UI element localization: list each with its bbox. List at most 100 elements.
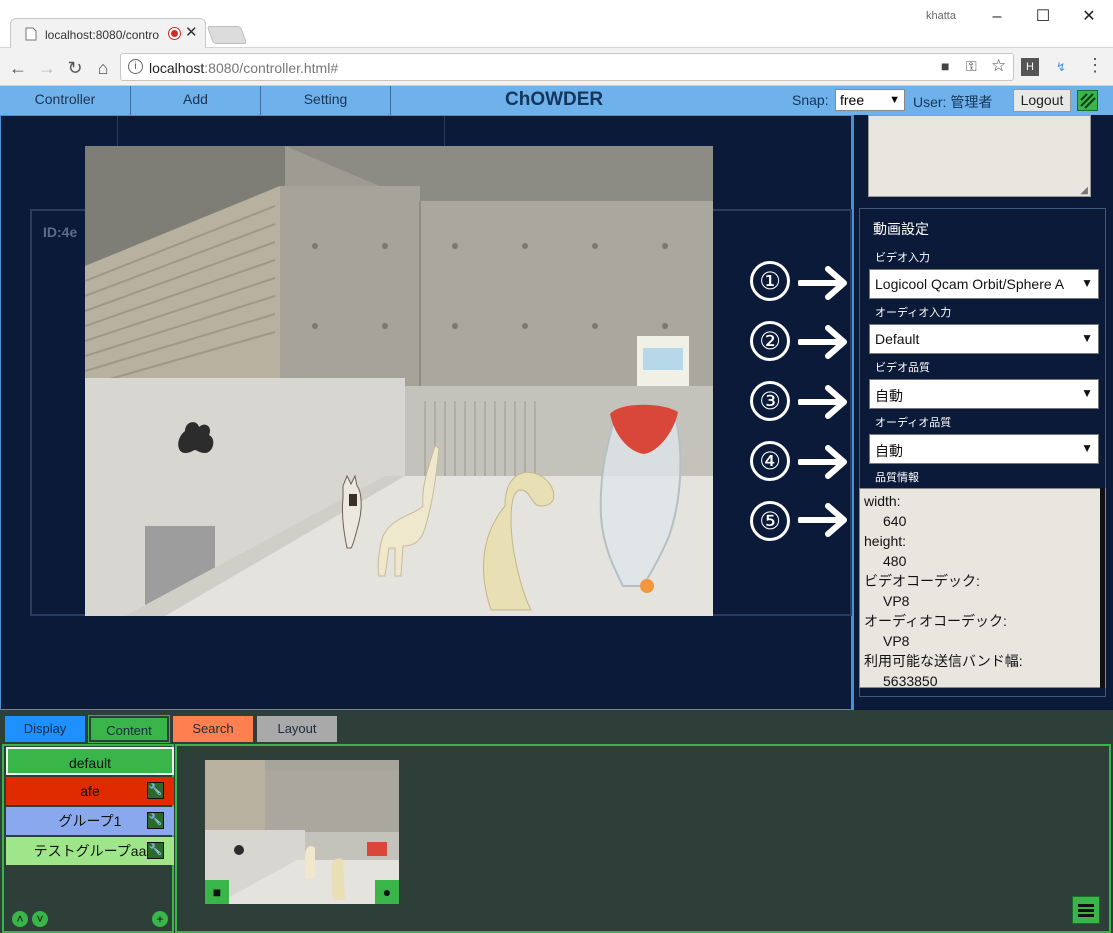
tab-close-icon[interactable]: ✕ <box>185 23 198 41</box>
quality-info-textarea[interactable]: width: 640 height: 480 ビデオコーデック: VP8 オーデ… <box>859 488 1106 688</box>
video-input-label: ビデオ入力 <box>875 252 930 264</box>
content-list-area[interactable]: ■ ● <box>175 744 1111 933</box>
video-settings-title: 動画設定 <box>873 221 929 237</box>
thumbnail-illustration <box>205 760 399 904</box>
quality-info-key: ビデオコーデック: <box>864 573 980 589</box>
arrow-right-icon <box>798 503 847 537</box>
maximize-icon[interactable]: ☐ <box>1028 6 1058 28</box>
browser-tab[interactable]: localhost:8080/contro ✕ <box>10 18 206 48</box>
grid-line <box>444 116 445 146</box>
menu-setting[interactable]: Setting <box>261 86 391 115</box>
annotation-1: ① <box>750 261 790 301</box>
tab-layout[interactable]: Layout <box>257 716 337 742</box>
audio-quality-select[interactable]: 自動 ▼ <box>869 434 1099 464</box>
arrow-right-icon <box>798 325 847 359</box>
app-header: Controller Add Setting ChOWDER Snap: fre… <box>0 86 1113 115</box>
group-item-afe[interactable]: afe 🔧 <box>6 777 174 805</box>
menu-controller[interactable]: Controller <box>0 86 131 115</box>
quality-info-value: VP8 <box>883 633 910 649</box>
audio-quality-label: オーディオ品質 <box>875 417 952 429</box>
arrow-right-icon <box>798 445 847 479</box>
microphone-icon[interactable]: ● <box>375 880 399 904</box>
reload-icon[interactable]: ↻ <box>64 57 86 79</box>
resize-handle-icon[interactable]: ◢ <box>1080 185 1088 196</box>
panel-scrollbar[interactable] <box>1100 488 1105 688</box>
dropdown-caret-icon: ▼ <box>1081 331 1093 345</box>
content-thumbnail[interactable]: ■ ● <box>205 760 399 904</box>
display-id: ID:4e <box>43 224 78 240</box>
info-icon[interactable]: i <box>128 59 143 74</box>
chevron-down-icon[interactable]: ˅ <box>32 911 48 927</box>
group-item-testgroupaa[interactable]: テストグループaa 🔧 <box>6 837 174 865</box>
quality-info-key: オーディオコーデック: <box>864 613 1007 629</box>
dropdown-caret-icon: ▼ <box>1081 441 1093 455</box>
wrench-icon[interactable]: 🔧 <box>147 782 164 799</box>
group-label: テストグループaa <box>33 843 147 859</box>
wrench-icon[interactable]: 🔧 <box>147 842 164 859</box>
connection-status-icon <box>1077 90 1098 111</box>
url-text: localhost:8080/controller.html# <box>149 60 339 76</box>
annotation-3: ③ <box>750 381 790 421</box>
browser-menu-icon[interactable]: ⋮ <box>1086 55 1104 75</box>
home-icon[interactable]: ⌂ <box>92 57 114 79</box>
grid-line <box>117 116 118 146</box>
audio-input-select[interactable]: Default ▼ <box>869 324 1099 354</box>
video-quality-label: ビデオ品質 <box>875 362 930 374</box>
app-brand: ChOWDER <box>505 89 604 110</box>
arrow-right-icon <box>798 385 847 419</box>
quality-info-value: VP8 <box>883 593 910 609</box>
snap-select[interactable]: free ▼ <box>835 89 905 111</box>
dropdown-caret-icon: ▼ <box>1081 276 1093 290</box>
video-camera-icon: ■ <box>205 880 229 904</box>
group-item-default[interactable]: default <box>6 747 174 775</box>
dropdown-caret-icon: ▼ <box>889 94 900 106</box>
new-tab-button[interactable] <box>206 26 248 44</box>
extension-h-icon[interactable]: H <box>1021 58 1039 76</box>
extension-rt-icon[interactable]: ↯ <box>1052 58 1070 76</box>
video-input-select[interactable]: Logicool Qcam Orbit/Sphere A ▼ <box>869 269 1099 299</box>
memo-textarea[interactable]: ◢ <box>868 115 1091 197</box>
tab-search[interactable]: Search <box>173 716 253 742</box>
group-label: グループ1 <box>58 813 122 829</box>
snap-label: Snap: <box>792 92 829 108</box>
key-icon[interactable]: ⚿ <box>966 58 977 75</box>
group-list: default afe 🔧 グループ1 🔧 テストグループaa 🔧 ˄ ˅ + <box>2 744 174 933</box>
user-label: User: 管理者 <box>913 94 993 110</box>
forward-icon[interactable]: → <box>36 57 58 79</box>
video-input-value: Logicool Qcam Orbit/Sphere A <box>875 276 1065 292</box>
menu-add[interactable]: Add <box>131 86 261 115</box>
tab-title: localhost:8080/contro <box>45 28 160 42</box>
audio-input-label: オーディオ入力 <box>875 307 952 319</box>
quality-info-key: height: <box>864 533 907 549</box>
snap-value: free <box>840 92 865 108</box>
bookmark-star-icon[interactable]: ☆ <box>991 56 1006 76</box>
window-user: khatta <box>926 10 956 22</box>
quality-info-label: 品質情報 <box>875 472 919 484</box>
group-label: default <box>68 755 112 771</box>
hamburger-menu-icon[interactable] <box>1072 896 1100 924</box>
dropdown-caret-icon: ▼ <box>1081 386 1093 400</box>
back-icon[interactable]: ← <box>7 57 29 79</box>
video-quality-value: 自動 <box>875 388 903 404</box>
camera-permission-icon[interactable]: ■ <box>941 58 949 74</box>
display-canvas[interactable]: ID:4e <box>0 115 852 710</box>
minimize-icon[interactable]: – <box>982 6 1012 28</box>
browser-titlebar: localhost:8080/contro ✕ khatta – ☐ ✕ <box>0 0 1113 48</box>
property-panel: ◢ 動画設定 ビデオ入力 Logicool Qcam Orbit/Sphere … <box>852 115 1113 710</box>
tab-content[interactable]: Content <box>88 715 170 743</box>
annotation-5: ⑤ <box>750 501 790 541</box>
group-item-group1[interactable]: グループ1 🔧 <box>6 807 174 835</box>
logout-button[interactable]: Logout <box>1013 89 1071 112</box>
audio-input-value: Default <box>875 331 920 347</box>
chevron-up-icon[interactable]: ˄ <box>12 911 28 927</box>
group-label: afe <box>80 783 100 799</box>
page-icon <box>25 27 37 41</box>
close-window-icon[interactable]: ✕ <box>1074 6 1104 28</box>
wrench-icon[interactable]: 🔧 <box>147 812 164 829</box>
video-quality-select[interactable]: 自動 ▼ <box>869 379 1099 409</box>
address-bar[interactable]: i localhost:8080/controller.html# ■ ⚿ ☆ <box>120 53 1014 81</box>
plus-icon[interactable]: + <box>152 911 168 927</box>
webcam-video[interactable] <box>85 146 713 616</box>
tab-display[interactable]: Display <box>5 716 85 742</box>
bottom-panel: Display Content Search Layout default af… <box>0 710 1113 933</box>
